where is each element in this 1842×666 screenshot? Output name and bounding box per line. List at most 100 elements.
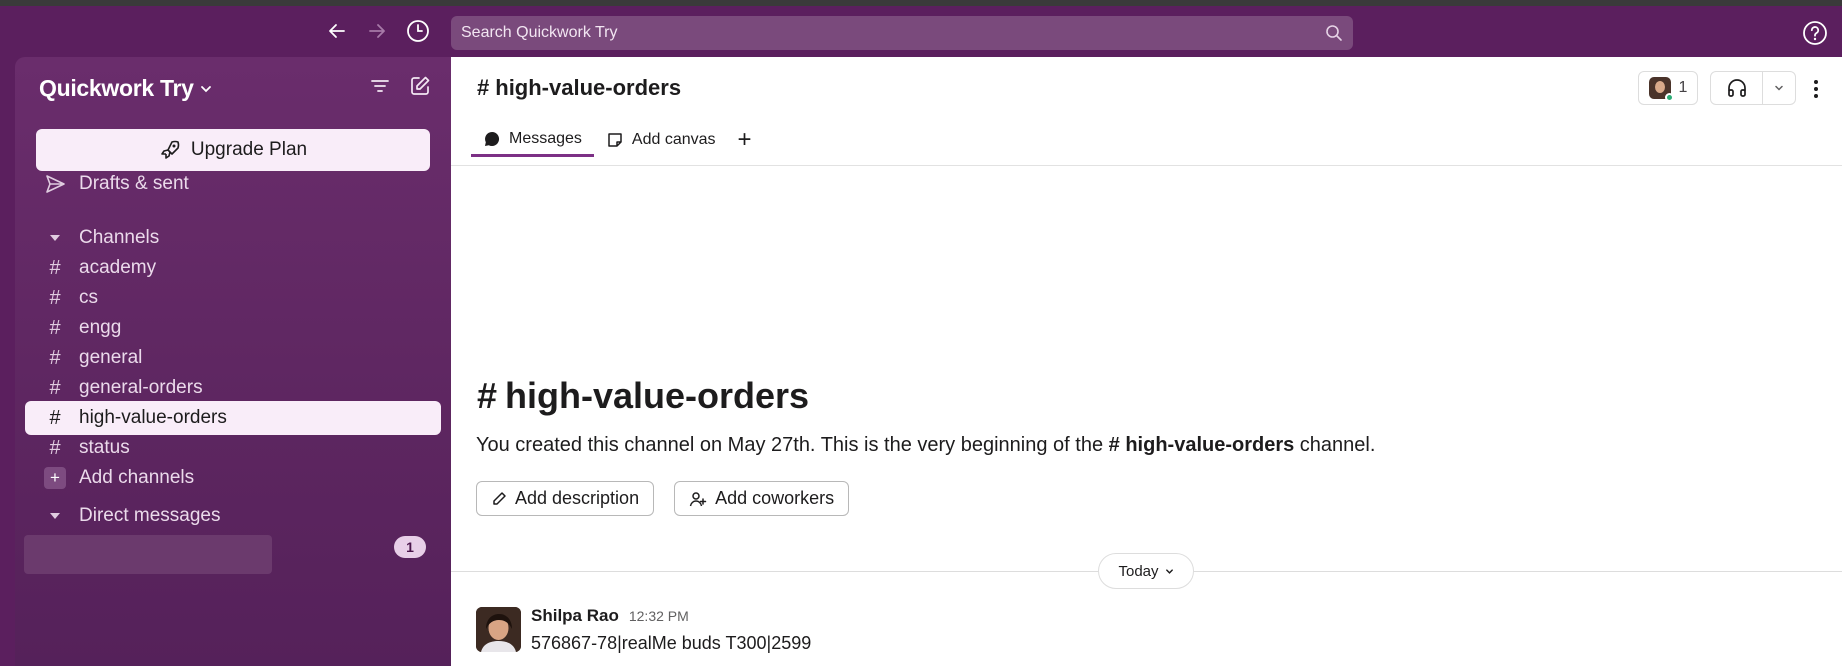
sidebar-item-cs[interactable]: # cs: [25, 281, 441, 315]
channel-label: high-value-orders: [79, 407, 227, 428]
caret-down-icon: [39, 509, 71, 523]
upgrade-label: Upgrade Plan: [190, 139, 308, 160]
search-icon: [1326, 25, 1342, 41]
more-options-button[interactable]: [1806, 75, 1826, 103]
arrow-right-icon: [369, 24, 385, 38]
online-status-dot: [1664, 93, 1674, 102]
message-bubble-icon: [485, 131, 500, 146]
add-tab-button[interactable]: +: [728, 123, 762, 157]
sidebar-item-general[interactable]: # general: [25, 341, 441, 375]
intro-channel-link[interactable]: # high-value-orders: [1109, 434, 1295, 456]
channel-intro-description: You created this channel on May 27th. Th…: [476, 434, 1375, 457]
clock-icon: [407, 20, 429, 42]
huddle-options-button[interactable]: [1763, 83, 1795, 93]
huddle-control: [1710, 71, 1796, 105]
add-coworkers-label: Add coworkers: [715, 488, 835, 508]
hash-icon: #: [49, 286, 61, 309]
channel-label: general-orders: [79, 377, 203, 398]
forward-button[interactable]: [362, 16, 392, 46]
hash-icon: #: [49, 316, 61, 339]
tab-label: Add canvas: [631, 131, 716, 148]
left-rail: [0, 57, 15, 666]
add-channels-button[interactable]: + Add channels: [25, 461, 441, 495]
headphones-icon: [1727, 79, 1746, 97]
channel-label: engg: [79, 317, 122, 338]
channel-label: general: [79, 347, 143, 368]
canvas-icon: [608, 133, 622, 147]
sidebar: Quickwork Try Upgrade Plan Drafts & sent…: [15, 57, 451, 666]
intro-actions: Add description Add coworkers: [476, 481, 850, 516]
intro-channel-name: high-value-orders: [505, 375, 810, 416]
day-label: Today: [1118, 562, 1159, 580]
sidebar-item-engg[interactable]: # engg: [25, 311, 441, 345]
workspace-switcher[interactable]: Quickwork Try: [39, 75, 212, 102]
day-divider-button[interactable]: Today: [1098, 553, 1194, 589]
sidebar-item-drafts[interactable]: Drafts & sent: [25, 167, 441, 201]
drafts-label: Drafts & sent: [79, 173, 189, 194]
pencil-icon: [493, 491, 506, 505]
members-button[interactable]: 1: [1638, 71, 1698, 105]
channel-tabs: Messages Add canvas +: [471, 123, 762, 157]
sidebar-item-status[interactable]: # status: [25, 431, 441, 465]
kebab-icon: [1814, 80, 1818, 98]
channel-name: high-value-orders: [495, 75, 682, 100]
add-channels-icon-wrap: +: [39, 467, 71, 489]
tab-messages[interactable]: Messages: [471, 123, 594, 157]
chevron-down-icon: [1775, 85, 1783, 91]
hash-icon: #: [49, 406, 61, 429]
search-bar[interactable]: Search Quickwork Try: [451, 16, 1353, 50]
message-timestamp[interactable]: 12:32 PM: [629, 608, 689, 624]
top-bar: Search Quickwork Try: [0, 6, 1842, 57]
intro-text-suffix: channel.: [1294, 434, 1376, 456]
help-button[interactable]: [1802, 20, 1828, 46]
filter-button[interactable]: [369, 75, 391, 102]
plus-icon: +: [737, 126, 752, 153]
tabs-divider: [451, 165, 1842, 166]
hash-icon: #: [49, 436, 61, 459]
channels-header: Channels: [79, 227, 160, 248]
channel-label: status: [79, 437, 130, 458]
add-channels-label: Add channels: [79, 467, 195, 488]
tab-add-canvas[interactable]: Add canvas: [594, 123, 728, 157]
plus-icon: +: [44, 467, 66, 489]
dm-section-toggle[interactable]: Direct messages: [25, 499, 441, 533]
channel-label: academy: [79, 257, 157, 278]
compose-icon: [411, 76, 430, 95]
intro-channel-link-text: high-value-orders: [1125, 434, 1295, 456]
sidebar-item-academy[interactable]: # academy: [25, 251, 441, 285]
chevron-down-icon: [1165, 568, 1173, 574]
channel-label: cs: [79, 287, 98, 308]
channels-section-toggle[interactable]: Channels: [25, 221, 441, 255]
search-placeholder: Search Quickwork Try: [461, 24, 618, 41]
help-icon: [1803, 21, 1827, 45]
dm-item[interactable]: [24, 535, 272, 574]
add-user-icon: [689, 491, 707, 506]
add-description-button[interactable]: Add description: [476, 481, 655, 516]
member-count: 1: [1678, 79, 1688, 96]
upgrade-plan-button[interactable]: Upgrade Plan: [36, 129, 430, 171]
filter-icon: [371, 80, 389, 92]
member-avatar: [1648, 77, 1674, 102]
intro-text-prefix: You created this channel on May 27th. Th…: [476, 434, 1109, 456]
add-coworkers-button[interactable]: Add coworkers: [674, 481, 850, 516]
sidebar-item-high-value-orders[interactable]: # high-value-orders: [25, 401, 441, 435]
caret-down-icon: [39, 231, 71, 245]
tab-label: Messages: [509, 129, 582, 147]
send-icon: [39, 173, 71, 195]
channel-header-title[interactable]: # high-value-orders: [477, 75, 681, 101]
hash-icon: #: [477, 375, 498, 416]
history-button[interactable]: [403, 16, 433, 46]
rocket-icon: [161, 140, 180, 159]
message-text: 576867-78|realMe buds T300|2599: [531, 633, 812, 653]
dm-header: Direct messages: [79, 505, 221, 526]
hash-icon: #: [49, 346, 61, 369]
add-description-label: Add description: [515, 488, 640, 508]
compose-button[interactable]: [409, 75, 431, 102]
huddle-button[interactable]: [1711, 72, 1763, 104]
back-button[interactable]: [322, 16, 352, 46]
channel-header-actions: 1: [1582, 71, 1842, 107]
avatar[interactable]: [476, 607, 521, 652]
channel-view: # high-value-orders 1 Messages Add canva…: [451, 57, 1842, 666]
sidebar-item-general-orders[interactable]: # general-orders: [25, 371, 441, 405]
message-author[interactable]: Shilpa Rao: [531, 606, 619, 626]
